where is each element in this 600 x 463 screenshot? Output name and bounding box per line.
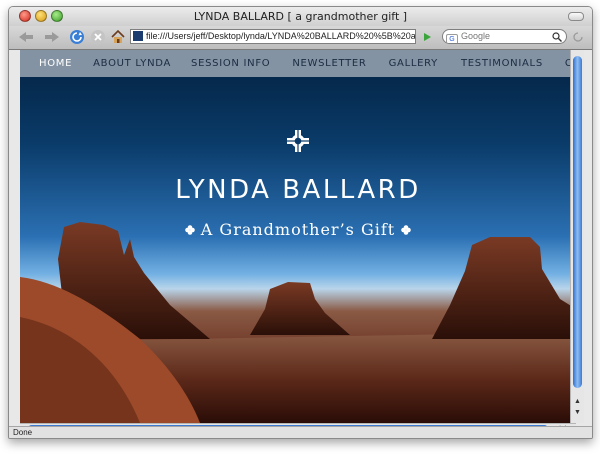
scroll-up-arrow-icon[interactable]: ▲ bbox=[574, 398, 581, 405]
stop-button[interactable] bbox=[87, 29, 109, 45]
address-text: file:///Users/jeff/Desktop/lynda/LYNDA%2… bbox=[146, 31, 416, 41]
search-placeholder: Google bbox=[461, 31, 491, 41]
nav-session-info[interactable]: SESSION INFO bbox=[191, 58, 270, 69]
back-arrow-icon bbox=[19, 32, 33, 42]
nav-home[interactable]: HOME bbox=[39, 58, 72, 69]
browser-toolbar: file:///Users/jeff/Desktop/lynda/LYNDA%2… bbox=[9, 26, 592, 50]
site-nav: HOME ABOUT LYNDA SESSION INFO NEWSLETTER… bbox=[20, 50, 576, 77]
nav-newsletter[interactable]: NEWSLETTER bbox=[292, 58, 366, 69]
vertical-scrollbar[interactable]: ▲ ▼ bbox=[570, 50, 584, 423]
site-brand-title: LYNDA BALLARD bbox=[175, 175, 421, 205]
site-favicon-icon bbox=[133, 31, 143, 41]
zia-sun-logo-icon bbox=[287, 130, 309, 152]
flower-ornament-icon bbox=[401, 225, 412, 235]
reload-button[interactable] bbox=[66, 29, 88, 45]
nav-about-lynda[interactable]: ABOUT LYNDA bbox=[93, 58, 171, 69]
refresh-icon bbox=[573, 32, 583, 42]
status-bar: Done bbox=[9, 426, 592, 438]
title-bar: LYNDA BALLARD [ a grandmother gift ] bbox=[9, 7, 592, 26]
vertical-scroll-thumb[interactable] bbox=[573, 56, 582, 388]
home-button[interactable] bbox=[107, 29, 129, 45]
forward-button[interactable] bbox=[40, 29, 62, 45]
stop-icon bbox=[91, 30, 105, 44]
go-arrow-icon bbox=[424, 33, 431, 41]
flower-ornament-icon bbox=[184, 225, 195, 235]
address-bar[interactable]: file:///Users/jeff/Desktop/lynda/LYNDA%2… bbox=[130, 29, 416, 44]
nav-gallery[interactable]: GALLERY bbox=[389, 58, 438, 69]
monument-valley-landscape bbox=[20, 222, 576, 423]
scroll-down-arrow-icon[interactable]: ▼ bbox=[574, 409, 581, 416]
google-icon[interactable]: G bbox=[446, 34, 458, 43]
magnifier-icon[interactable] bbox=[552, 32, 562, 42]
nav-testimonials[interactable]: TESTIMONIALS bbox=[461, 58, 543, 69]
toolbar-toggle-button[interactable] bbox=[568, 12, 584, 21]
back-button[interactable] bbox=[16, 29, 38, 45]
hero-banner: LYNDA BALLARD A Grandmother’s Gift bbox=[20, 77, 576, 423]
search-field[interactable]: G Google bbox=[442, 29, 567, 44]
site-tagline-row: A Grandmother’s Gift bbox=[20, 220, 576, 239]
page-viewport: HOME ABOUT LYNDA SESSION INFO NEWSLETTER… bbox=[20, 50, 576, 423]
reload-small-button[interactable] bbox=[570, 29, 586, 45]
browser-window: LYNDA BALLARD [ a grandmother gift ] fil… bbox=[8, 6, 593, 439]
forward-arrow-icon bbox=[45, 32, 59, 42]
reload-icon bbox=[70, 30, 84, 44]
home-icon bbox=[111, 29, 125, 43]
site-tagline: A Grandmother’s Gift bbox=[200, 220, 396, 239]
window-title: LYNDA BALLARD [ a grandmother gift ] bbox=[193, 10, 408, 23]
status-text: Done bbox=[13, 428, 33, 437]
go-button[interactable] bbox=[420, 29, 434, 45]
